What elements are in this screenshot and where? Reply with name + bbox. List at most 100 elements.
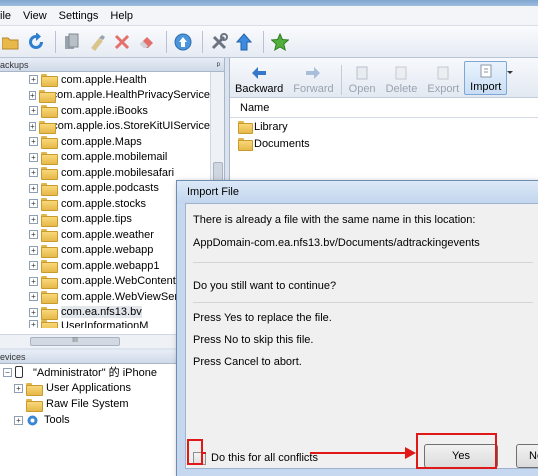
folder-icon — [41, 275, 58, 289]
star-icon[interactable] — [269, 31, 291, 53]
backward-button[interactable]: Backward — [230, 66, 288, 95]
expand-icon[interactable]: + — [29, 276, 38, 286]
clean-icon[interactable] — [86, 31, 108, 53]
expand-icon[interactable]: + — [29, 230, 38, 240]
menu-view[interactable]: View — [17, 10, 53, 22]
scroll-thumb[interactable]: III — [30, 337, 120, 346]
folder-icon — [41, 105, 58, 119]
folder-icon — [41, 229, 58, 243]
apply-all-label[interactable]: Do this for all conflicts — [211, 452, 318, 464]
tree-item[interactable]: + com.apple.mobilesafari — [0, 165, 210, 181]
copy-icon[interactable] — [61, 31, 83, 53]
expand-icon[interactable]: + — [29, 245, 38, 255]
expand-icon[interactable]: + — [29, 292, 38, 302]
toolbar-separator — [340, 65, 342, 95]
folder-icon — [26, 382, 43, 396]
backups-panel-header: ackups ᵖ — [0, 58, 224, 72]
open-file-icon — [356, 66, 368, 80]
menu-help[interactable]: Help — [104, 10, 139, 22]
tree-item[interactable]: + com.apple.Maps — [0, 134, 210, 150]
import-icon — [480, 64, 492, 78]
arrow-head-icon — [405, 447, 416, 459]
tree-item[interactable]: + com.apple.mobilemail — [0, 150, 210, 166]
continue-question: Do you still want to continue? — [193, 280, 337, 292]
expand-icon[interactable]: + — [29, 152, 38, 162]
export-button[interactable]: Export — [422, 66, 464, 95]
forward-button[interactable]: Forward — [288, 66, 338, 95]
divider — [193, 262, 533, 263]
open-button[interactable]: Open — [344, 66, 381, 95]
expand-icon[interactable]: + — [29, 168, 38, 178]
file-row-documents[interactable]: Documents — [230, 135, 538, 152]
collapse-icon[interactable]: − — [3, 367, 12, 377]
folder-icon — [41, 182, 58, 196]
dialog-body: There is already a file with the same na… — [185, 203, 538, 469]
folder-icon — [41, 136, 58, 150]
menu-file[interactable]: ile — [0, 10, 17, 22]
delete-file-icon — [395, 66, 407, 80]
expand-icon[interactable]: + — [29, 199, 38, 209]
column-header-name[interactable]: Name — [230, 98, 538, 118]
tree-item[interactable]: + com.apple.iBooks — [0, 103, 210, 119]
divider — [193, 302, 533, 303]
toolbar-separator — [166, 30, 167, 53]
toolbar-separator — [55, 30, 56, 53]
folder-icon — [41, 198, 58, 212]
refresh-icon[interactable] — [25, 31, 47, 53]
expand-icon[interactable]: + — [29, 121, 36, 131]
expand-icon[interactable]: + — [29, 90, 36, 100]
folder-icon — [41, 167, 58, 181]
main-toolbar — [0, 26, 538, 58]
iphone-icon — [15, 366, 23, 378]
arrow-left-icon — [252, 67, 267, 79]
import-dropdown-icon[interactable] — [507, 65, 514, 95]
toolbar-separator — [263, 30, 264, 53]
upload-icon[interactable] — [172, 31, 194, 53]
expand-icon[interactable]: + — [14, 415, 23, 425]
panel-title: ackups — [0, 59, 29, 70]
folder-icon — [38, 120, 55, 134]
menu-settings[interactable]: Settings — [53, 10, 105, 22]
import-button[interactable]: Import — [464, 61, 508, 95]
folder-icon — [41, 306, 58, 320]
expand-icon[interactable]: + — [29, 137, 38, 147]
arrow-stem — [203, 452, 206, 454]
folder-icon — [238, 121, 253, 134]
cancel-hint: Press Cancel to abort. — [193, 356, 302, 368]
arrow-up-icon[interactable] — [233, 31, 255, 53]
tree-item[interactable]: + com.apple.HealthPrivacyService — [0, 88, 210, 104]
file-toolbar: Backward Forward Open Delete Export Impo… — [230, 58, 538, 98]
tree-item[interactable]: + com.apple.ios.StoreKitUIService — [0, 119, 210, 135]
folder-icon — [41, 291, 58, 305]
delete-button[interactable]: Delete — [381, 66, 423, 95]
import-file-dialog: Import File There is already a file with… — [176, 180, 538, 476]
folder-icon — [38, 89, 56, 103]
folder-icon — [41, 244, 58, 258]
expand-icon[interactable]: + — [29, 261, 38, 271]
arrow-stem — [310, 452, 407, 454]
eraser-icon[interactable] — [136, 31, 158, 53]
expand-icon[interactable]: + — [29, 307, 38, 317]
file-row-library[interactable]: Library — [230, 118, 538, 135]
delete-icon[interactable] — [111, 31, 133, 53]
yes-hint: Press Yes to replace the file. — [193, 312, 332, 324]
expand-icon[interactable]: + — [14, 383, 23, 393]
yes-highlight-box — [416, 433, 497, 469]
expand-icon[interactable]: + — [29, 106, 38, 116]
expand-icon[interactable]: + — [29, 183, 38, 193]
no-button[interactable]: No — [516, 444, 538, 468]
toolbar-separator — [202, 30, 203, 53]
expand-icon[interactable]: + — [29, 75, 38, 85]
folder-icon — [41, 260, 58, 274]
export-icon — [437, 66, 449, 80]
expand-icon[interactable]: + — [29, 320, 38, 328]
folder-open-icon[interactable] — [0, 31, 22, 53]
dialog-title: Import File — [177, 181, 538, 203]
panel-title: evices — [0, 351, 26, 362]
tools-icon[interactable] — [208, 31, 230, 53]
tree-item[interactable]: + com.apple.Health — [0, 72, 210, 88]
no-hint: Press No to skip this file. — [193, 334, 314, 346]
pin-icon[interactable]: ᵖ — [217, 60, 220, 70]
checkbox-highlight-box — [187, 439, 203, 465]
expand-icon[interactable]: + — [29, 214, 38, 224]
